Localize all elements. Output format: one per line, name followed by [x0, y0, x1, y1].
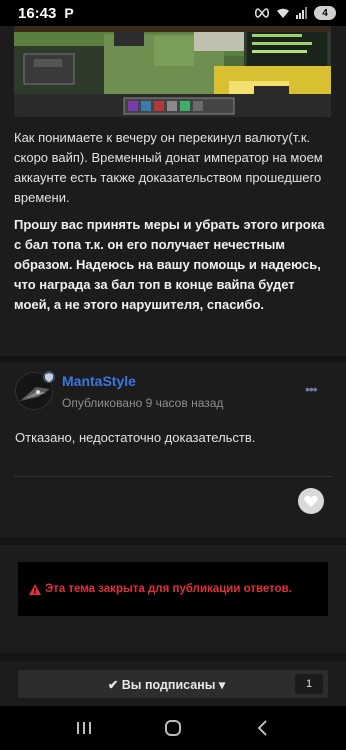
system-nav-bar	[0, 706, 346, 750]
nav-home-icon[interactable]	[153, 708, 193, 748]
signal-icon	[296, 7, 307, 19]
shield-badge-icon	[42, 370, 56, 384]
wifi-icon	[277, 8, 289, 18]
like-button[interactable]	[298, 488, 324, 514]
status-time: 16:43	[18, 4, 57, 22]
follower-count: 1	[295, 674, 323, 694]
follow-button[interactable]: ✔ Вы подписаны ▾ 1	[18, 670, 328, 698]
topic-locked-notice: Эта тема закрыта для публикации ответов.	[18, 562, 328, 616]
infinity-icon	[254, 8, 270, 18]
more-dots-icon[interactable]: •••	[305, 381, 318, 397]
section-separator-2	[0, 653, 346, 661]
status-icons: 4	[254, 6, 336, 20]
reply-author-link[interactable]: MantaStyle	[62, 373, 136, 389]
nav-back-icon[interactable]	[242, 708, 282, 748]
post-screenshot-image[interactable]	[14, 26, 331, 117]
nav-recents-icon[interactable]	[64, 708, 104, 748]
reply-divider	[14, 476, 332, 477]
warning-icon	[29, 583, 41, 595]
post-paragraph-1: Как понимаете к вечеру он перекинул валю…	[14, 130, 323, 205]
heart-icon	[304, 495, 318, 507]
locked-notice-text: Эта тема закрыта для публикации ответов.	[45, 583, 292, 595]
battery-icon: 4	[314, 6, 336, 20]
reply-content: Отказано, недостаточно доказательств.	[15, 430, 256, 445]
post-paragraph-2: Прошу вас принять меры и убрать этого иг…	[14, 217, 325, 312]
section-separator	[0, 537, 346, 545]
reply-published-time: Опубликовано 9 часов назад	[62, 396, 224, 410]
follow-label: ✔ Вы подписаны ▾	[107, 677, 226, 692]
app-notification-icon: P	[64, 5, 74, 21]
status-bar: 16:43 P 4	[0, 0, 346, 26]
